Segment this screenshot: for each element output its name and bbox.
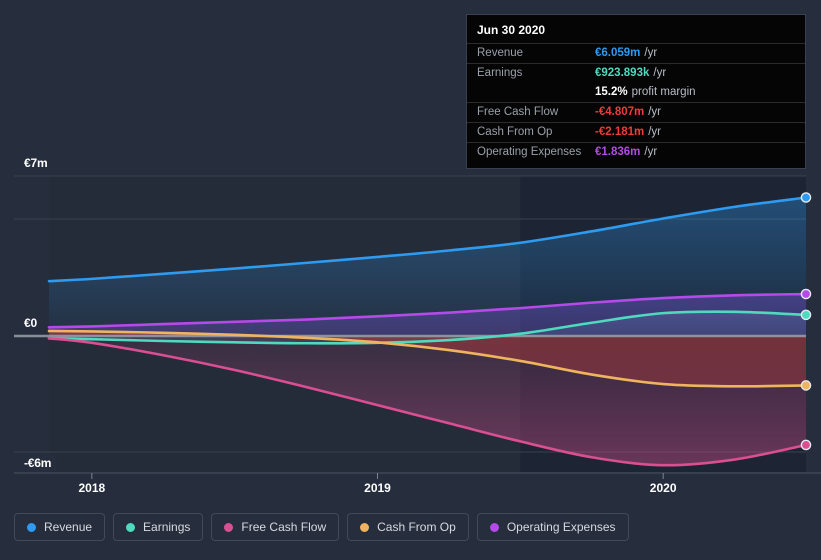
tooltip-row-label: Cash From Op bbox=[477, 126, 553, 138]
legend-color-dot-icon bbox=[224, 522, 234, 532]
x-axis-label-2019: 2019 bbox=[364, 481, 391, 495]
legend-color-dot-icon bbox=[360, 522, 370, 532]
tooltip-row-label: Free Cash Flow bbox=[477, 106, 559, 118]
legend-item-earnings[interactable]: Earnings bbox=[113, 513, 204, 541]
x-axis-label-2018: 2018 bbox=[78, 481, 106, 495]
chart-page: €7m €0 -€6m 2018 2019 2020 Jun 30 2020 Rev… bbox=[0, 0, 821, 560]
endpoint-operating-expenses bbox=[800, 288, 812, 300]
tooltip-row-value: €1.836m bbox=[595, 146, 641, 158]
y-axis-label-zero: €0 bbox=[22, 315, 42, 331]
tooltip-row-value: €6.059m bbox=[595, 47, 641, 59]
legend-item-revenue[interactable]: Revenue bbox=[14, 513, 106, 541]
tooltip-row-label: Revenue bbox=[477, 47, 524, 59]
tooltip-row: Operating Expenses €1.836m/yr bbox=[467, 142, 805, 162]
tooltip-row-value: €923.893k bbox=[595, 67, 650, 79]
tooltip-row-value: -€2.181m bbox=[595, 126, 645, 138]
legend-color-dot-icon bbox=[27, 522, 36, 532]
legend-item-label: Cash From Op bbox=[377, 520, 456, 534]
tooltip-row-value: 15.2% bbox=[595, 86, 628, 98]
tooltip-row-value: -€4.807m bbox=[595, 106, 645, 118]
legend-item-label: Revenue bbox=[44, 520, 93, 534]
tooltip-row-unit: /yr bbox=[653, 67, 667, 79]
legend-item-label: Free Cash Flow bbox=[241, 520, 327, 534]
legend-item-label: Operating Expenses bbox=[506, 520, 616, 534]
y-axis-label-min: -€6m bbox=[22, 455, 57, 471]
legend-item-operating-expenses[interactable]: Operating Expenses bbox=[476, 513, 629, 541]
tooltip-row: Free Cash Flow -€4.807m/yr bbox=[467, 102, 805, 122]
tooltip-row-unit: /yr bbox=[648, 106, 662, 118]
tooltip-row-unit: profit margin bbox=[631, 86, 696, 98]
tooltip-row: 15.2% profit margin bbox=[467, 83, 805, 102]
y-axis-label-max: €7m bbox=[22, 155, 53, 171]
tooltip-row-unit: /yr bbox=[648, 126, 662, 138]
legend-item-free-cash-flow[interactable]: Free Cash Flow bbox=[211, 513, 340, 541]
tooltip-date: Jun 30 2020 bbox=[477, 23, 546, 37]
tooltip-row-label: Earnings bbox=[477, 67, 523, 79]
x-axis-label-2020: 2020 bbox=[649, 481, 677, 495]
endpoint-earnings bbox=[800, 309, 812, 321]
tooltip-row-unit: /yr bbox=[644, 146, 658, 158]
legend-item-label: Earnings bbox=[143, 520, 191, 534]
tooltip-row: Earnings €923.893k/yr bbox=[467, 63, 805, 83]
tooltip-rows: Revenue €6.059m/yr Earnings €923.893k/yr 15.… bbox=[467, 43, 805, 162]
tooltip-row: Cash From Op -€2.181m/yr bbox=[467, 122, 805, 142]
tooltip-row-unit: /yr bbox=[644, 47, 658, 59]
legend-item-cash-from-op[interactable]: Cash From Op bbox=[347, 513, 469, 541]
tooltip-row-label: Operating Expenses bbox=[477, 146, 582, 158]
endpoint-cash-from-op bbox=[800, 380, 812, 391]
endpoint-revenue bbox=[800, 192, 812, 203]
tooltip-row: Revenue €6.059m/yr bbox=[467, 43, 805, 63]
endpoint-free-cash-flow bbox=[800, 439, 812, 451]
chart-legend: Revenue Earnings Free Cash Flow Cash From O… bbox=[14, 513, 629, 541]
data-tooltip: Jun 30 2020 Revenue €6.059m/yr Earnings €92… bbox=[466, 14, 806, 169]
legend-color-dot-icon bbox=[489, 522, 499, 532]
legend-color-dot-icon bbox=[126, 522, 136, 532]
